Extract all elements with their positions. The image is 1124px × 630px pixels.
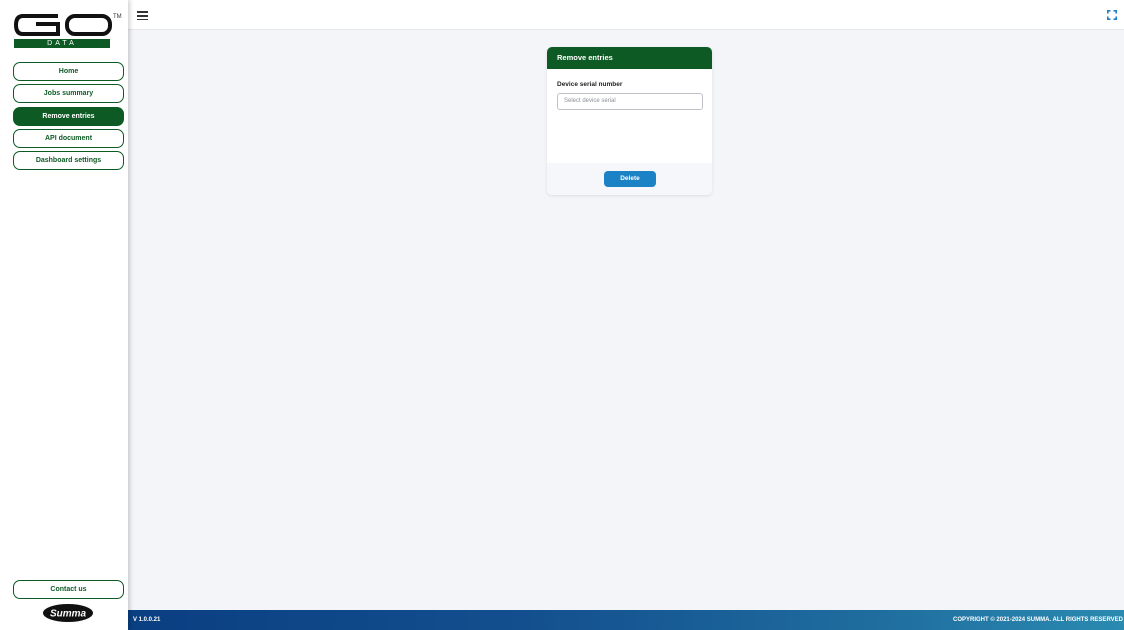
device-serial-label: Device serial number <box>557 81 623 88</box>
sidebar-item-dashboard-settings[interactable]: Dashboard settings <box>13 151 124 171</box>
fullscreen-icon[interactable] <box>1107 10 1117 20</box>
copyright-text: COPYRIGHT © 2021-2024 SUMMA. ALL RIGHTS … <box>952 617 1123 623</box>
logo-data-label: DATA <box>14 39 110 48</box>
sidebar-item-home[interactable]: Home <box>13 62 124 81</box>
summa-logo: Summa <box>43 604 93 622</box>
card-body: Device serial number Select device seria… <box>547 69 712 163</box>
contact-us-button[interactable]: Contact us <box>13 580 124 599</box>
footer-bar: V 1.0.0.21 COPYRIGHT © 2021-2024 SUMMA. … <box>128 610 1124 630</box>
sidebar-item-jobs-summary[interactable]: Jobs summary <box>13 84 124 104</box>
sidebar-nav: Home Jobs summary Remove entries API doc… <box>13 62 124 173</box>
top-bar <box>128 0 1124 30</box>
go-logo-mark <box>14 14 112 36</box>
remove-entries-card: Remove entries Device serial number Sele… <box>547 47 712 195</box>
sidebar-item-remove-entries[interactable]: Remove entries <box>13 106 124 126</box>
sidebar-item-api-document[interactable]: API document <box>13 128 124 148</box>
device-serial-select[interactable]: Select device serial <box>557 93 703 110</box>
trademark-symbol: TM <box>113 14 122 20</box>
card-footer: Delete <box>547 163 712 195</box>
delete-button[interactable]: Delete <box>604 171 656 187</box>
svg-text:Summa: Summa <box>50 609 87 620</box>
card-title: Remove entries <box>547 47 712 69</box>
go-data-logo[interactable]: TM DATA <box>14 13 124 49</box>
hamburger-icon[interactable] <box>137 11 148 21</box>
version-label: V 1.0.0.21 <box>133 617 161 623</box>
sidebar: TM DATA Home Jobs summary Remove entries… <box>0 0 128 630</box>
